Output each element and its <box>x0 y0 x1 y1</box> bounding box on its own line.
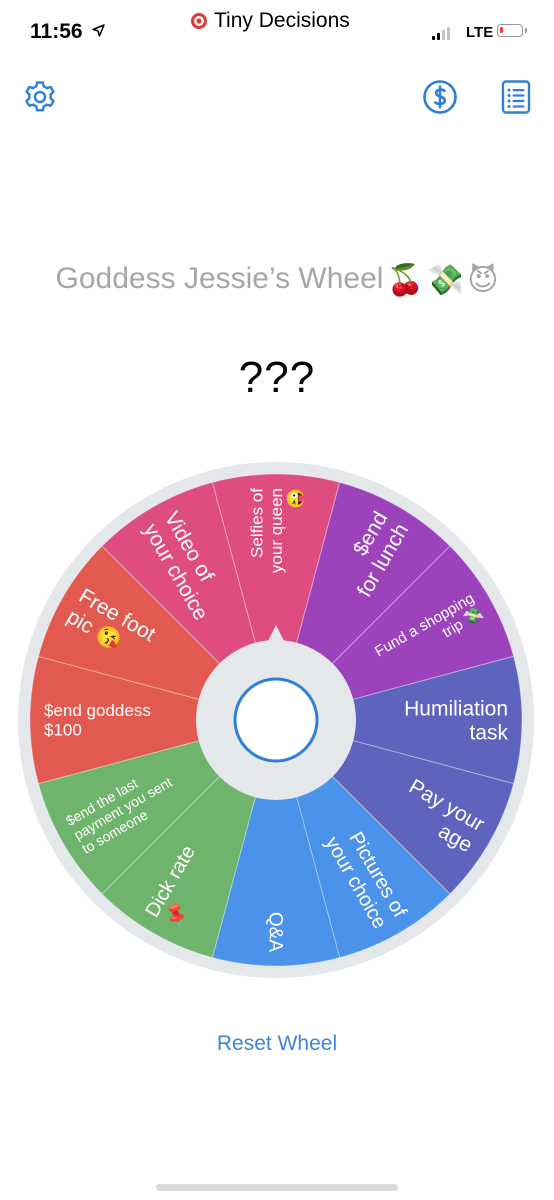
devil-emoji: 😈 <box>467 263 499 297</box>
wheel-title: Goddess Jessie’s Wheel 🍒 💸 😈 <box>0 262 554 298</box>
list-icon[interactable] <box>498 79 534 115</box>
location-arrow-icon <box>92 24 105 37</box>
status-app-name: Tiny Decisions <box>214 9 350 32</box>
back-to-app[interactable]: Tiny Decisions <box>190 9 350 33</box>
decision-wheel[interactable]: Selfies ofyour queen😜$endfor lunchFund a… <box>18 462 534 978</box>
dollar-circle-icon[interactable] <box>422 79 458 115</box>
battery-icon <box>497 24 523 37</box>
cherries-emoji: 🍒 <box>386 263 424 297</box>
gear-icon[interactable] <box>22 79 58 115</box>
status-time: 11:56 <box>30 20 83 43</box>
status-bar: 11:56 Tiny Decisions LTE <box>0 0 554 50</box>
home-indicator <box>156 1184 398 1191</box>
spin-button[interactable] <box>233 677 319 763</box>
signal-strength-icon <box>432 27 450 40</box>
wheel-segment-label: Q&A <box>264 912 285 952</box>
spin-result: ??? <box>238 353 316 402</box>
target-icon <box>191 13 207 29</box>
wheel-title-text: Goddess Jessie’s Wheel <box>55 262 384 295</box>
money-wings-emoji: 💸 <box>426 263 465 297</box>
network-type: LTE <box>466 24 494 41</box>
reset-wheel-button[interactable]: Reset Wheel <box>0 1032 554 1056</box>
